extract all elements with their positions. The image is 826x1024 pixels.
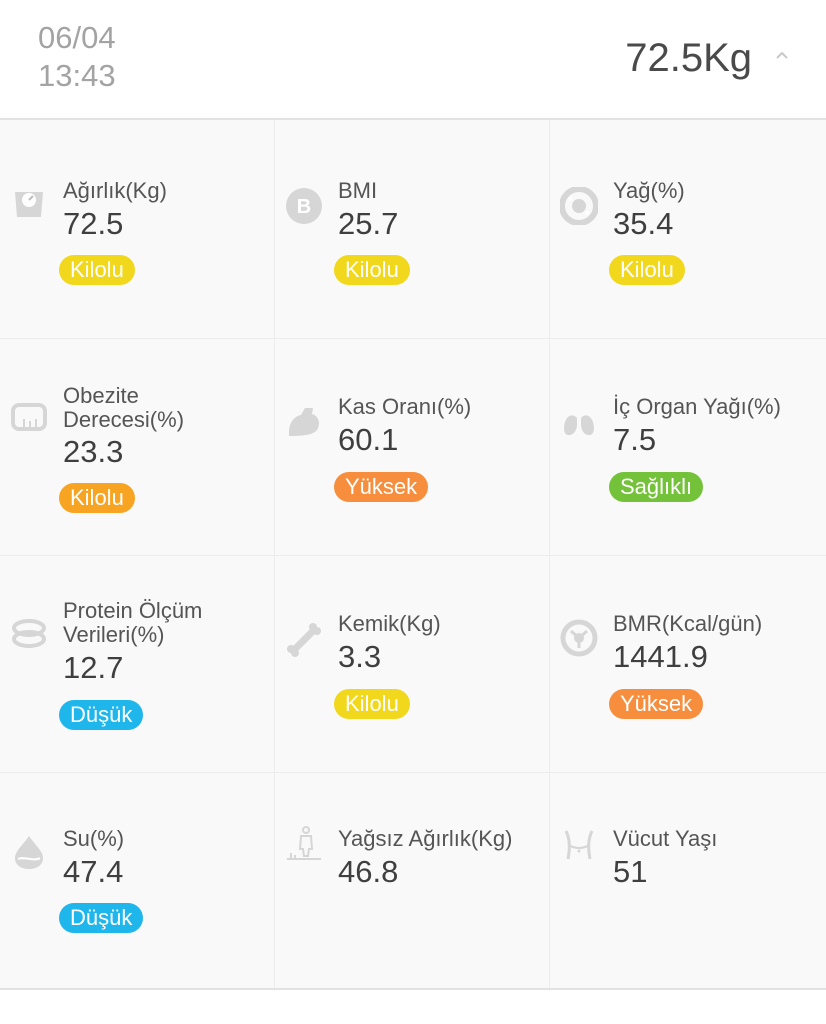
metric-bmr[interactable]: BMR(Kcal/gün) 1441.9 Yüksek: [550, 556, 826, 773]
metric-weight[interactable]: Ağırlık(Kg) 72.5 Kilolu: [0, 120, 275, 339]
body-age-icon: [560, 825, 598, 863]
metric-label: Yağ(%): [613, 178, 685, 203]
status-badge: Kilolu: [609, 255, 685, 285]
protein-icon: [10, 614, 48, 652]
bone-icon: [285, 621, 323, 659]
metric-muscle[interactable]: Kas Oranı(%) 60.1 Yüksek: [275, 339, 550, 556]
metric-value: 72.5: [63, 206, 124, 241]
metric-bone[interactable]: Kemik(Kg) 3.3 Kilolu: [275, 556, 550, 773]
status-badge: Kilolu: [334, 689, 410, 719]
status-badge: Düşük: [59, 903, 144, 933]
metric-visceral-fat[interactable]: İç Organ Yağı(%) 7.5 Sağlıklı: [550, 339, 826, 556]
record-header[interactable]: 06/04 13:43 72.5Kg: [0, 0, 826, 120]
metric-label: Vücut Yaşı: [613, 826, 718, 851]
metric-value: 47.4: [63, 854, 124, 889]
record-time: 13:43: [38, 58, 116, 93]
metric-label: BMI: [338, 178, 378, 203]
metric-fat[interactable]: Yağ(%) 35.4 Kilolu: [550, 120, 826, 339]
scale-icon: [10, 183, 48, 221]
metric-label: Kemik(Kg): [338, 611, 441, 636]
metric-value: 35.4: [613, 206, 674, 241]
chevron-up-icon[interactable]: [774, 48, 790, 62]
status-badge: Kilolu: [59, 483, 135, 513]
metrics-grid: Ağırlık(Kg) 72.5 Kilolu B BMI 25.7 Kilol…: [0, 120, 826, 990]
metric-body-age[interactable]: Vücut Yaşı 51: [550, 773, 826, 988]
fat-icon: [560, 187, 598, 225]
water-drop-icon: [10, 833, 48, 871]
bmi-icon: B: [285, 187, 323, 225]
status-badge: Kilolu: [59, 255, 135, 285]
metric-label-line2: Verileri(%): [63, 622, 165, 647]
metric-water[interactable]: Su(%) 47.4 Düşük: [0, 773, 275, 988]
lean-body-icon: [285, 825, 323, 863]
metric-bmi[interactable]: B BMI 25.7 Kilolu: [275, 120, 550, 339]
metric-value: 7.5: [613, 422, 657, 457]
svg-text:B: B: [297, 196, 311, 218]
metric-value: 1441.9: [613, 639, 708, 674]
status-badge: Yüksek: [334, 472, 429, 502]
metric-lean-mass[interactable]: Yağsız Ağırlık(Kg) 46.8: [275, 773, 550, 988]
metric-label: Kas Oranı(%): [338, 394, 472, 419]
metric-value: 23.3: [63, 434, 124, 469]
metric-label: İç Organ Yağı(%): [613, 394, 781, 419]
metric-label: Yağsız Ağırlık(Kg): [338, 826, 513, 851]
metric-label-line2: Derecesi(%): [63, 407, 185, 432]
metric-label: BMR(Kcal/gün): [613, 611, 763, 636]
status-badge: Kilolu: [334, 255, 410, 285]
metric-obesity[interactable]: Obezite Derecesi(%) 23.3 Kilolu: [0, 339, 275, 556]
status-badge: Sağlıklı: [609, 472, 704, 502]
status-badge: Yüksek: [609, 689, 704, 719]
metric-label-line1: Obezite: [63, 383, 139, 408]
bmr-icon: [560, 619, 598, 657]
record-date: 06/04: [38, 20, 116, 55]
tape-measure-icon: [10, 397, 48, 435]
metric-value: 12.7: [63, 650, 124, 685]
metric-label-line1: Protein Ölçüm: [63, 598, 203, 623]
metric-value: 3.3: [338, 639, 382, 674]
metric-value: 25.7: [338, 206, 399, 241]
metric-label: Su(%): [63, 826, 125, 851]
metric-value: 46.8: [338, 854, 399, 889]
metric-label: Ağırlık(Kg): [63, 178, 167, 203]
status-badge: Düşük: [59, 700, 144, 730]
metric-protein[interactable]: Protein Ölçüm Verileri(%) 12.7 Düşük: [0, 556, 275, 773]
metric-value: 51: [613, 854, 648, 889]
metric-value: 60.1: [338, 422, 399, 457]
record-weight: 72.5Kg: [625, 36, 752, 80]
lungs-icon: [560, 402, 598, 440]
muscle-icon: [285, 402, 323, 440]
